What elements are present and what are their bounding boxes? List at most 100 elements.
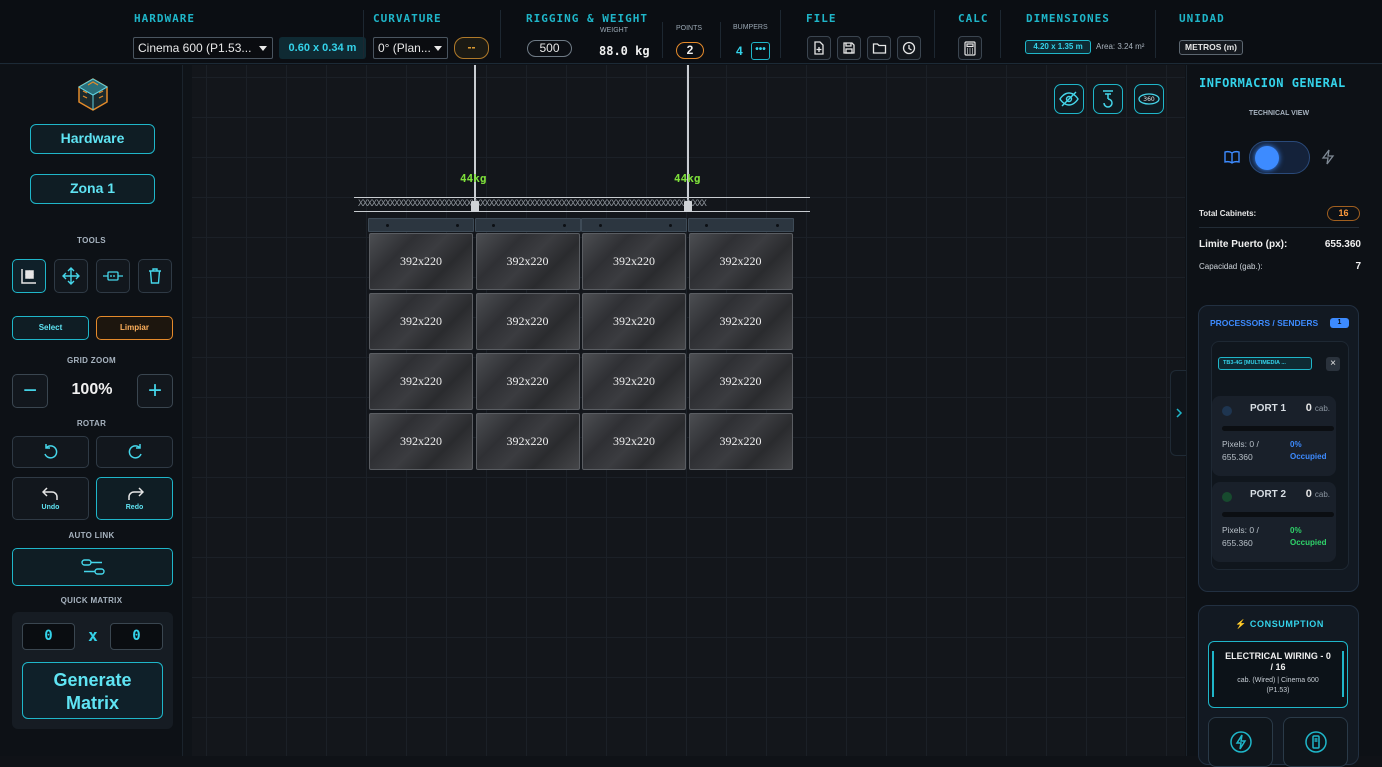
- save-button[interactable]: [837, 36, 861, 60]
- view360-text: 360: [1143, 96, 1155, 103]
- hoist-view-button[interactable]: [1093, 84, 1123, 114]
- port-name: PORT 2: [1250, 489, 1287, 500]
- port-percent: 0%: [1290, 440, 1302, 449]
- hardware-model-select[interactable]: Cinema 600 (P1.53...: [133, 37, 273, 59]
- info-panel: INFORMACION GENERAL TECHNICAL VIEW Total…: [1186, 65, 1382, 767]
- led-cabinet[interactable]: 392x220: [369, 293, 473, 350]
- history-button[interactable]: [897, 36, 921, 60]
- points-input[interactable]: 2: [676, 42, 704, 59]
- chevron-right-icon: [1175, 408, 1182, 418]
- new-file-button[interactable]: [807, 36, 831, 60]
- open-folder-button[interactable]: [867, 36, 891, 60]
- cabinet-tool-button[interactable]: [12, 259, 46, 293]
- power-bolt-icon: [1229, 731, 1252, 753]
- processor-remove-button[interactable]: ×: [1326, 357, 1340, 371]
- generate-matrix-button[interactable]: Generate Matrix: [22, 662, 163, 719]
- led-cabinet[interactable]: 392x220: [582, 413, 686, 470]
- undo-button[interactable]: Undo: [12, 477, 89, 520]
- view-360-button[interactable]: 360: [1134, 84, 1164, 114]
- rigging-section-title: RIGGING & WEIGHT: [526, 12, 648, 25]
- curvature-select[interactable]: 0° (Plan...: [373, 37, 448, 59]
- zoom-in-button[interactable]: +: [137, 374, 173, 408]
- rotate-label: ROTAR: [76, 419, 107, 428]
- led-cabinet[interactable]: 392x220: [369, 413, 473, 470]
- rotate-left-button[interactable]: [12, 436, 89, 468]
- port-count-unit: cab.: [1314, 404, 1330, 413]
- power-button[interactable]: [1208, 717, 1273, 767]
- calc-section-title: CALC: [958, 12, 989, 25]
- divider: [934, 10, 935, 58]
- area-value: Area: 3.24 m²: [1096, 42, 1145, 51]
- zone-button[interactable]: Zona 1: [30, 174, 155, 204]
- matrix-rows-input[interactable]: 0: [110, 623, 163, 650]
- port-name: PORT 1: [1250, 403, 1287, 414]
- left-gutter: [183, 65, 192, 756]
- wiring-sub-1: cab. (Wired) | Cinema 600: [1237, 677, 1319, 684]
- visibility-toggle-button[interactable]: [1054, 84, 1084, 114]
- curvature-extra-button[interactable]: --: [454, 37, 489, 59]
- rigging-load-input[interactable]: 500: [527, 40, 572, 57]
- hardware-model-value: Cinema 600 (P1.53...: [138, 41, 252, 55]
- calculator-button[interactable]: [958, 36, 982, 60]
- undo-label: Undo: [41, 503, 60, 511]
- redo-button[interactable]: Redo: [96, 477, 173, 520]
- technical-view-toggle[interactable]: [1249, 141, 1310, 174]
- led-cabinet[interactable]: 392x220: [475, 293, 580, 350]
- led-cabinet[interactable]: 392x220: [688, 353, 793, 410]
- led-cabinet[interactable]: 392x220: [475, 233, 580, 290]
- processors-card: PROCESSORS / SENDERS 1 TB3-4G [MULTIMEDI…: [1198, 305, 1359, 592]
- bumper-bar[interactable]: [581, 218, 687, 232]
- auto-link-label: AUTO LINK: [68, 531, 115, 540]
- led-cabinet[interactable]: 392x220: [475, 413, 580, 470]
- led-cabinet[interactable]: 392x220: [688, 293, 793, 350]
- curvature-value: 0° (Plan...: [378, 41, 431, 55]
- rotate-360-icon: 360: [1138, 93, 1160, 105]
- file-section-title: FILE: [806, 12, 837, 25]
- led-cabinet[interactable]: 392x220: [582, 353, 686, 410]
- toggle-knob: [1255, 146, 1279, 170]
- hoist-clamp-right[interactable]: [684, 201, 692, 212]
- delete-tool-button[interactable]: [138, 259, 172, 293]
- lightning-icon: [1321, 149, 1335, 170]
- truss-bar[interactable]: XXXXXXXXXXXXXXXXXXXXXXXXXXXXXXXXXXXXXXXX…: [354, 197, 810, 212]
- led-cabinet[interactable]: 392x220: [688, 233, 793, 290]
- hardware-button[interactable]: Hardware: [30, 124, 155, 154]
- bumper-bar[interactable]: [368, 218, 474, 232]
- led-cabinet[interactable]: 392x220: [688, 413, 793, 470]
- led-cabinet[interactable]: 392x220: [369, 353, 473, 410]
- right-collapse-tab[interactable]: [1170, 370, 1186, 456]
- rotate-right-button[interactable]: [96, 436, 173, 468]
- bumper-bar[interactable]: [474, 218, 581, 232]
- led-cabinet[interactable]: 392x220: [475, 353, 580, 410]
- select-button[interactable]: Select: [12, 316, 89, 340]
- port-progress-track: [1222, 426, 1334, 431]
- bumper-bolt: [705, 224, 709, 227]
- auto-link-button[interactable]: [12, 548, 173, 586]
- led-cabinet[interactable]: 392x220: [369, 233, 473, 290]
- led-cabinet[interactable]: 392x220: [582, 233, 686, 290]
- port-percent: 0%: [1290, 526, 1302, 535]
- led-cabinet[interactable]: 392x220: [582, 293, 686, 350]
- consumption-card: ⚡ CONSUMPTION ELECTRICAL WIRING - 0 / 16…: [1198, 605, 1359, 767]
- hardware-section-title: HARDWARE: [134, 12, 195, 25]
- port-card[interactable]: PORT 1 0 cab. Pixels: 0 / 655.360 0% Occupied: [1212, 396, 1336, 476]
- divider: [1199, 227, 1359, 228]
- unit-select[interactable]: METROS (m): [1179, 40, 1243, 55]
- hoist-clamp-left[interactable]: [471, 201, 479, 212]
- device-button[interactable]: [1283, 717, 1348, 767]
- electrical-wiring-box[interactable]: ELECTRICAL WIRING - 0 / 16 cab. (Wired) …: [1208, 641, 1348, 708]
- move-tool-button[interactable]: [54, 259, 88, 293]
- zoom-out-button[interactable]: −: [12, 374, 48, 408]
- port-pixels-label: Pixels: 0 /: [1222, 439, 1259, 449]
- bumper-bar[interactable]: [687, 218, 794, 232]
- port-card[interactable]: PORT 2 0 cab. Pixels: 0 / 655.360 0% Occupied: [1212, 482, 1336, 562]
- quick-matrix-panel: 0 x 0 Generate Matrix: [12, 612, 173, 729]
- design-canvas[interactable]: 44kg 44kg XXXXXXXXXXXXXXXXXXXXXXXXXXXXXX…: [192, 65, 1185, 756]
- crane-hook-icon: [1103, 90, 1113, 108]
- clear-button[interactable]: Limpiar: [96, 316, 173, 340]
- trash-icon: [149, 268, 161, 284]
- bumpers-more-button[interactable]: •••: [751, 42, 770, 60]
- processor-name-chip[interactable]: TB3-4G [MULTIMEDIA ...: [1218, 357, 1312, 370]
- matrix-columns-input[interactable]: 0: [22, 623, 75, 650]
- link-tool-button[interactable]: [96, 259, 130, 293]
